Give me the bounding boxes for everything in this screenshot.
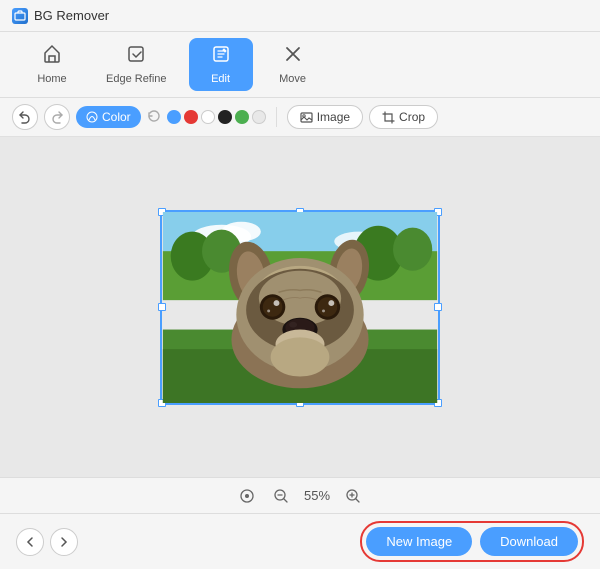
next-button[interactable]: [50, 528, 78, 556]
color-dot-blue[interactable]: [167, 110, 181, 124]
image-label: Image: [317, 110, 350, 124]
nav-move[interactable]: Move: [261, 38, 325, 91]
nav-edge-refine[interactable]: Edge Refine: [92, 38, 181, 91]
prev-button[interactable]: [16, 528, 44, 556]
dog-image: [162, 212, 438, 403]
crop-button[interactable]: Crop: [369, 105, 438, 129]
zoom-out-button[interactable]: [270, 485, 292, 507]
action-buttons: New Image Download: [360, 521, 584, 562]
nav-edit-label: Edit: [211, 73, 230, 85]
redo-button[interactable]: [44, 104, 70, 130]
status-bar: 55%: [0, 477, 600, 513]
canvas-area: [0, 137, 600, 477]
color-dot-red[interactable]: [184, 110, 198, 124]
nav-toolbar: Home Edge Refine Edit Move: [0, 32, 600, 98]
color-button[interactable]: Color: [76, 106, 141, 128]
download-button[interactable]: Download: [480, 527, 578, 556]
zoom-reset-button[interactable]: [236, 485, 258, 507]
nav-home-label: Home: [37, 73, 66, 85]
toolbar-divider: [276, 107, 277, 127]
app-title: BG Remover: [34, 8, 109, 23]
zoom-percentage: 55%: [304, 488, 330, 503]
color-dot-light[interactable]: [252, 110, 266, 124]
nav-edit[interactable]: Edit: [189, 38, 253, 91]
zoom-in-button[interactable]: [342, 485, 364, 507]
app-icon: [12, 8, 28, 24]
color-dot-black[interactable]: [218, 110, 232, 124]
color-dot-white[interactable]: [201, 110, 215, 124]
undo-button[interactable]: [12, 104, 38, 130]
nav-home[interactable]: Home: [20, 38, 84, 91]
image-frame[interactable]: [160, 210, 440, 405]
title-bar: BG Remover: [0, 0, 600, 32]
image-container: [160, 210, 440, 405]
color-palette: [167, 110, 266, 124]
refresh-icon[interactable]: [147, 109, 161, 126]
move-icon: [283, 44, 303, 69]
bottom-bar: New Image Download: [0, 513, 600, 569]
nav-move-label: Move: [279, 73, 306, 85]
image-button[interactable]: Image: [287, 105, 363, 129]
crop-label: Crop: [399, 110, 425, 124]
edit-toolbar: Color Image Crop: [0, 98, 600, 137]
edit-icon: [211, 44, 231, 69]
color-dot-green[interactable]: [235, 110, 249, 124]
new-image-button[interactable]: New Image: [366, 527, 472, 556]
home-icon: [42, 44, 62, 69]
nav-edge-refine-label: Edge Refine: [106, 73, 167, 85]
nav-arrows: [16, 528, 78, 556]
edge-refine-icon: [126, 44, 146, 69]
color-label: Color: [102, 110, 131, 124]
